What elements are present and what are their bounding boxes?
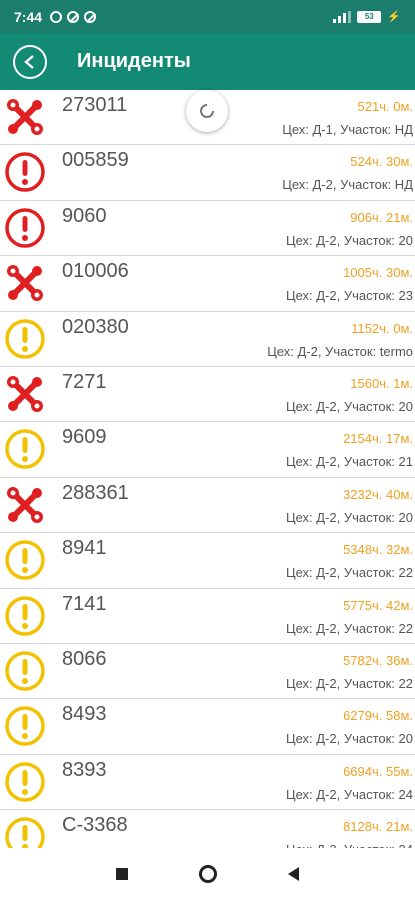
incident-duration: 1560ч. 1м. xyxy=(350,375,413,391)
alert-red-icon xyxy=(4,207,46,249)
alarm-icon xyxy=(50,10,63,23)
incident-location: Цех: Д-2, Участок: 20 xyxy=(285,509,413,525)
chevron-left-icon xyxy=(24,54,34,69)
incident-duration: 6279ч. 58м. xyxy=(343,708,413,724)
incident-row[interactable]: 7271 1560ч. 1м. Цех: Д-2, Участок: 20 xyxy=(0,366,415,423)
incident-number: 005859 xyxy=(62,149,129,172)
incident-location: Цех: Д-2, Участок: termo xyxy=(267,343,413,359)
alert-yellow-icon xyxy=(4,761,46,803)
incident-row[interactable]: 005859 524ч. 30м. Цех: Д-2, Участок: НД xyxy=(0,145,415,201)
charging-icon: ⚡ xyxy=(387,11,401,23)
incident-number: 8941 xyxy=(62,537,107,560)
loading-spinner xyxy=(186,90,228,132)
alert-yellow-icon xyxy=(4,428,46,470)
back-button[interactable] xyxy=(13,44,47,79)
incident-number: 9609 xyxy=(62,426,107,449)
battery-icon: 53 xyxy=(357,10,382,23)
signal-icon xyxy=(333,10,352,23)
incident-location: Цех: Д-2, Участок: 22 xyxy=(285,565,413,581)
incident-row[interactable]: 7141 5775ч. 42м. Цех: Д-2, Участок: 22 xyxy=(0,588,415,644)
wrench-icon xyxy=(4,484,46,526)
navigation-bar xyxy=(0,848,415,900)
alert-yellow-icon xyxy=(4,318,46,360)
incident-duration: 524ч. 30м. xyxy=(350,154,413,170)
incident-number: 7271 xyxy=(62,370,107,393)
incident-location: Цех: Д-2, Участок: 21 xyxy=(285,454,413,470)
battery-level: 53 xyxy=(364,12,374,21)
incident-duration: 5775ч. 42м. xyxy=(343,597,413,613)
incident-number: 8493 xyxy=(62,703,107,726)
no-sync-icon xyxy=(67,10,80,23)
incident-number: 288361 xyxy=(62,481,129,504)
incident-row[interactable]: 8066 5782ч. 36м. Цех: Д-2, Участок: 22 xyxy=(0,643,415,700)
incident-duration: 5348ч. 32м. xyxy=(343,542,413,558)
incident-row[interactable]: 288361 3232ч. 40м. Цех: Д-2, Участок: 20 xyxy=(0,477,415,534)
app-bar: Инциденты xyxy=(0,33,415,90)
recents-button[interactable] xyxy=(115,868,128,880)
incident-duration: 1005ч. 30м. xyxy=(343,265,413,281)
incident-row[interactable]: С-33688128ч. 21м.Цех: Д-2, Участок: 24 xyxy=(0,810,415,848)
incident-duration: 521ч. 0м. xyxy=(357,99,413,114)
alert-yellow-icon xyxy=(4,539,46,581)
wrench-icon xyxy=(4,373,46,415)
incident-duration: 8128ч. 21м. xyxy=(343,819,413,835)
alert-yellow-icon xyxy=(4,650,46,692)
incident-row[interactable]: 010006 1005ч. 30м. Цех: Д-2, Участок: 23 xyxy=(0,256,415,312)
incident-location: Цех: Д-1, Участок: НД xyxy=(282,122,413,137)
alert-yellow-icon xyxy=(4,816,46,848)
incident-row[interactable]: 8393 6694ч. 55м. Цех: Д-2, Участок: 24 xyxy=(0,754,415,811)
incident-row[interactable]: 8941 5348ч. 32м. Цех: Д-2, Участок: 22 xyxy=(0,533,415,589)
alert-red-icon xyxy=(4,151,46,193)
incident-location: Цех: Д-2, Участок: 23 xyxy=(285,288,413,304)
incident-location: Цех: Д-2, Участок: 22 xyxy=(285,675,413,691)
status-bar: 7:44 53 ⚡ xyxy=(0,0,415,33)
no-data-icon xyxy=(84,10,97,23)
incident-number: 8393 xyxy=(62,758,107,781)
incident-number: С-3368 xyxy=(62,814,128,837)
incident-location: Цех: Д-2, Участок: 20 xyxy=(285,232,413,248)
incident-row[interactable]: 020380 1152ч. 0м. Цех: Д-2, Участок: termo xyxy=(0,311,415,367)
refresh-icon xyxy=(200,104,214,118)
wrench-icon xyxy=(4,262,46,304)
incident-number: 8066 xyxy=(62,647,107,670)
incident-row[interactable]: 9060 906ч. 21м. Цех: Д-2, Участок: 20 xyxy=(0,200,415,257)
incident-duration: 1152ч. 0м. xyxy=(351,320,413,336)
alert-yellow-icon xyxy=(4,595,46,637)
incident-row[interactable]: 8493 6279ч. 58м. Цех: Д-2, Участок: 20 xyxy=(0,699,415,755)
incident-location: Цех: Д-2, Участок: 20 xyxy=(285,731,413,747)
wrench-icon xyxy=(4,96,46,138)
incident-duration: 5782ч. 36м. xyxy=(343,652,413,668)
incident-number: 020380 xyxy=(62,315,129,338)
page-title: Инциденты xyxy=(77,50,191,72)
incident-duration: 906ч. 21м. xyxy=(350,209,413,225)
incident-location: Цех: Д-2, Участок: 22 xyxy=(285,620,413,636)
incident-location: Цех: Д-2, Участок: НД xyxy=(282,177,413,193)
incident-number: 010006 xyxy=(62,260,129,283)
alert-yellow-icon xyxy=(4,705,46,747)
home-button[interactable] xyxy=(198,865,217,883)
nav-back-button[interactable] xyxy=(288,867,300,881)
incident-duration: 3232ч. 40м. xyxy=(343,486,413,502)
incident-location: Цех: Д-2, Участок: 24 xyxy=(285,786,413,802)
incident-duration: 6694ч. 55м. xyxy=(343,763,413,779)
incident-number: 7141 xyxy=(62,592,107,615)
incident-list[interactable]: 273011 521ч. 0м. Цех: Д-1, Участок: НД 0058… xyxy=(0,90,415,848)
incident-number: 9060 xyxy=(62,204,107,227)
incident-location: Цех: Д-2, Участок: 20 xyxy=(285,398,413,414)
status-time: 7:44 xyxy=(14,8,43,25)
incident-duration: 2154ч. 17м. xyxy=(343,431,413,447)
incident-number: 273011 xyxy=(62,94,128,116)
incident-row[interactable]: 9609 2154ч. 17м. Цех: Д-2, Участок: 21 xyxy=(0,422,415,478)
